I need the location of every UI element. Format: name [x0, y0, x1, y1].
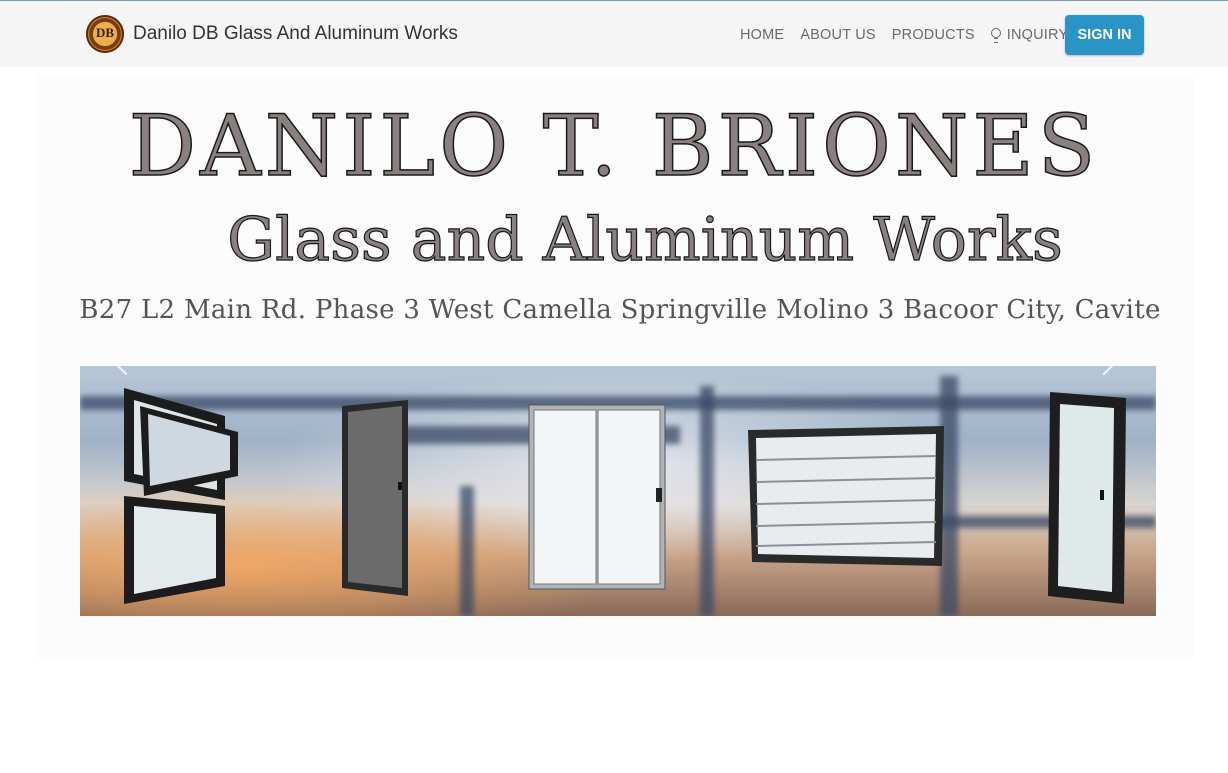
awning-window-image [124, 388, 238, 604]
casement-door-image [1048, 392, 1126, 604]
brand-name[interactable]: Danilo DB Glass And Aluminum Works [133, 23, 458, 45]
banner-beam [460, 486, 474, 616]
products-banner-image [80, 366, 1156, 616]
jalousie-window-image [748, 426, 944, 566]
banner-beam [700, 386, 714, 616]
screen-door-image [342, 400, 408, 596]
nav-links: HOME ABOUT US PRODUCTS INQUIRY [740, 27, 1084, 43]
nav-home[interactable]: HOME [740, 27, 784, 43]
hero-address: B27 L2 Main Rd. Phase 3 West Camella Spr… [79, 295, 1161, 325]
hero-title: DANILO T. BRIONES [128, 96, 1100, 196]
nav-about-us[interactable]: ABOUT US [800, 27, 875, 43]
lightbulb-icon [990, 28, 1001, 43]
brand[interactable]: DB Danilo DB Glass And Aluminum Works [86, 15, 458, 53]
hero-subtitle: Glass and Aluminum Works [227, 204, 1064, 275]
nav-inquiry[interactable]: INQUIRY [990, 27, 1069, 43]
logo-text: DB [95, 25, 115, 40]
navbar: DB Danilo DB Glass And Aluminum Works HO… [0, 1, 1228, 67]
company-logo: DB [86, 15, 124, 53]
sliding-window-image [528, 404, 666, 590]
nav-products[interactable]: PRODUCTS [892, 27, 975, 43]
nav-inquiry-label: INQUIRY [1006, 27, 1069, 43]
sign-in-button[interactable]: SIGN IN [1065, 15, 1144, 55]
